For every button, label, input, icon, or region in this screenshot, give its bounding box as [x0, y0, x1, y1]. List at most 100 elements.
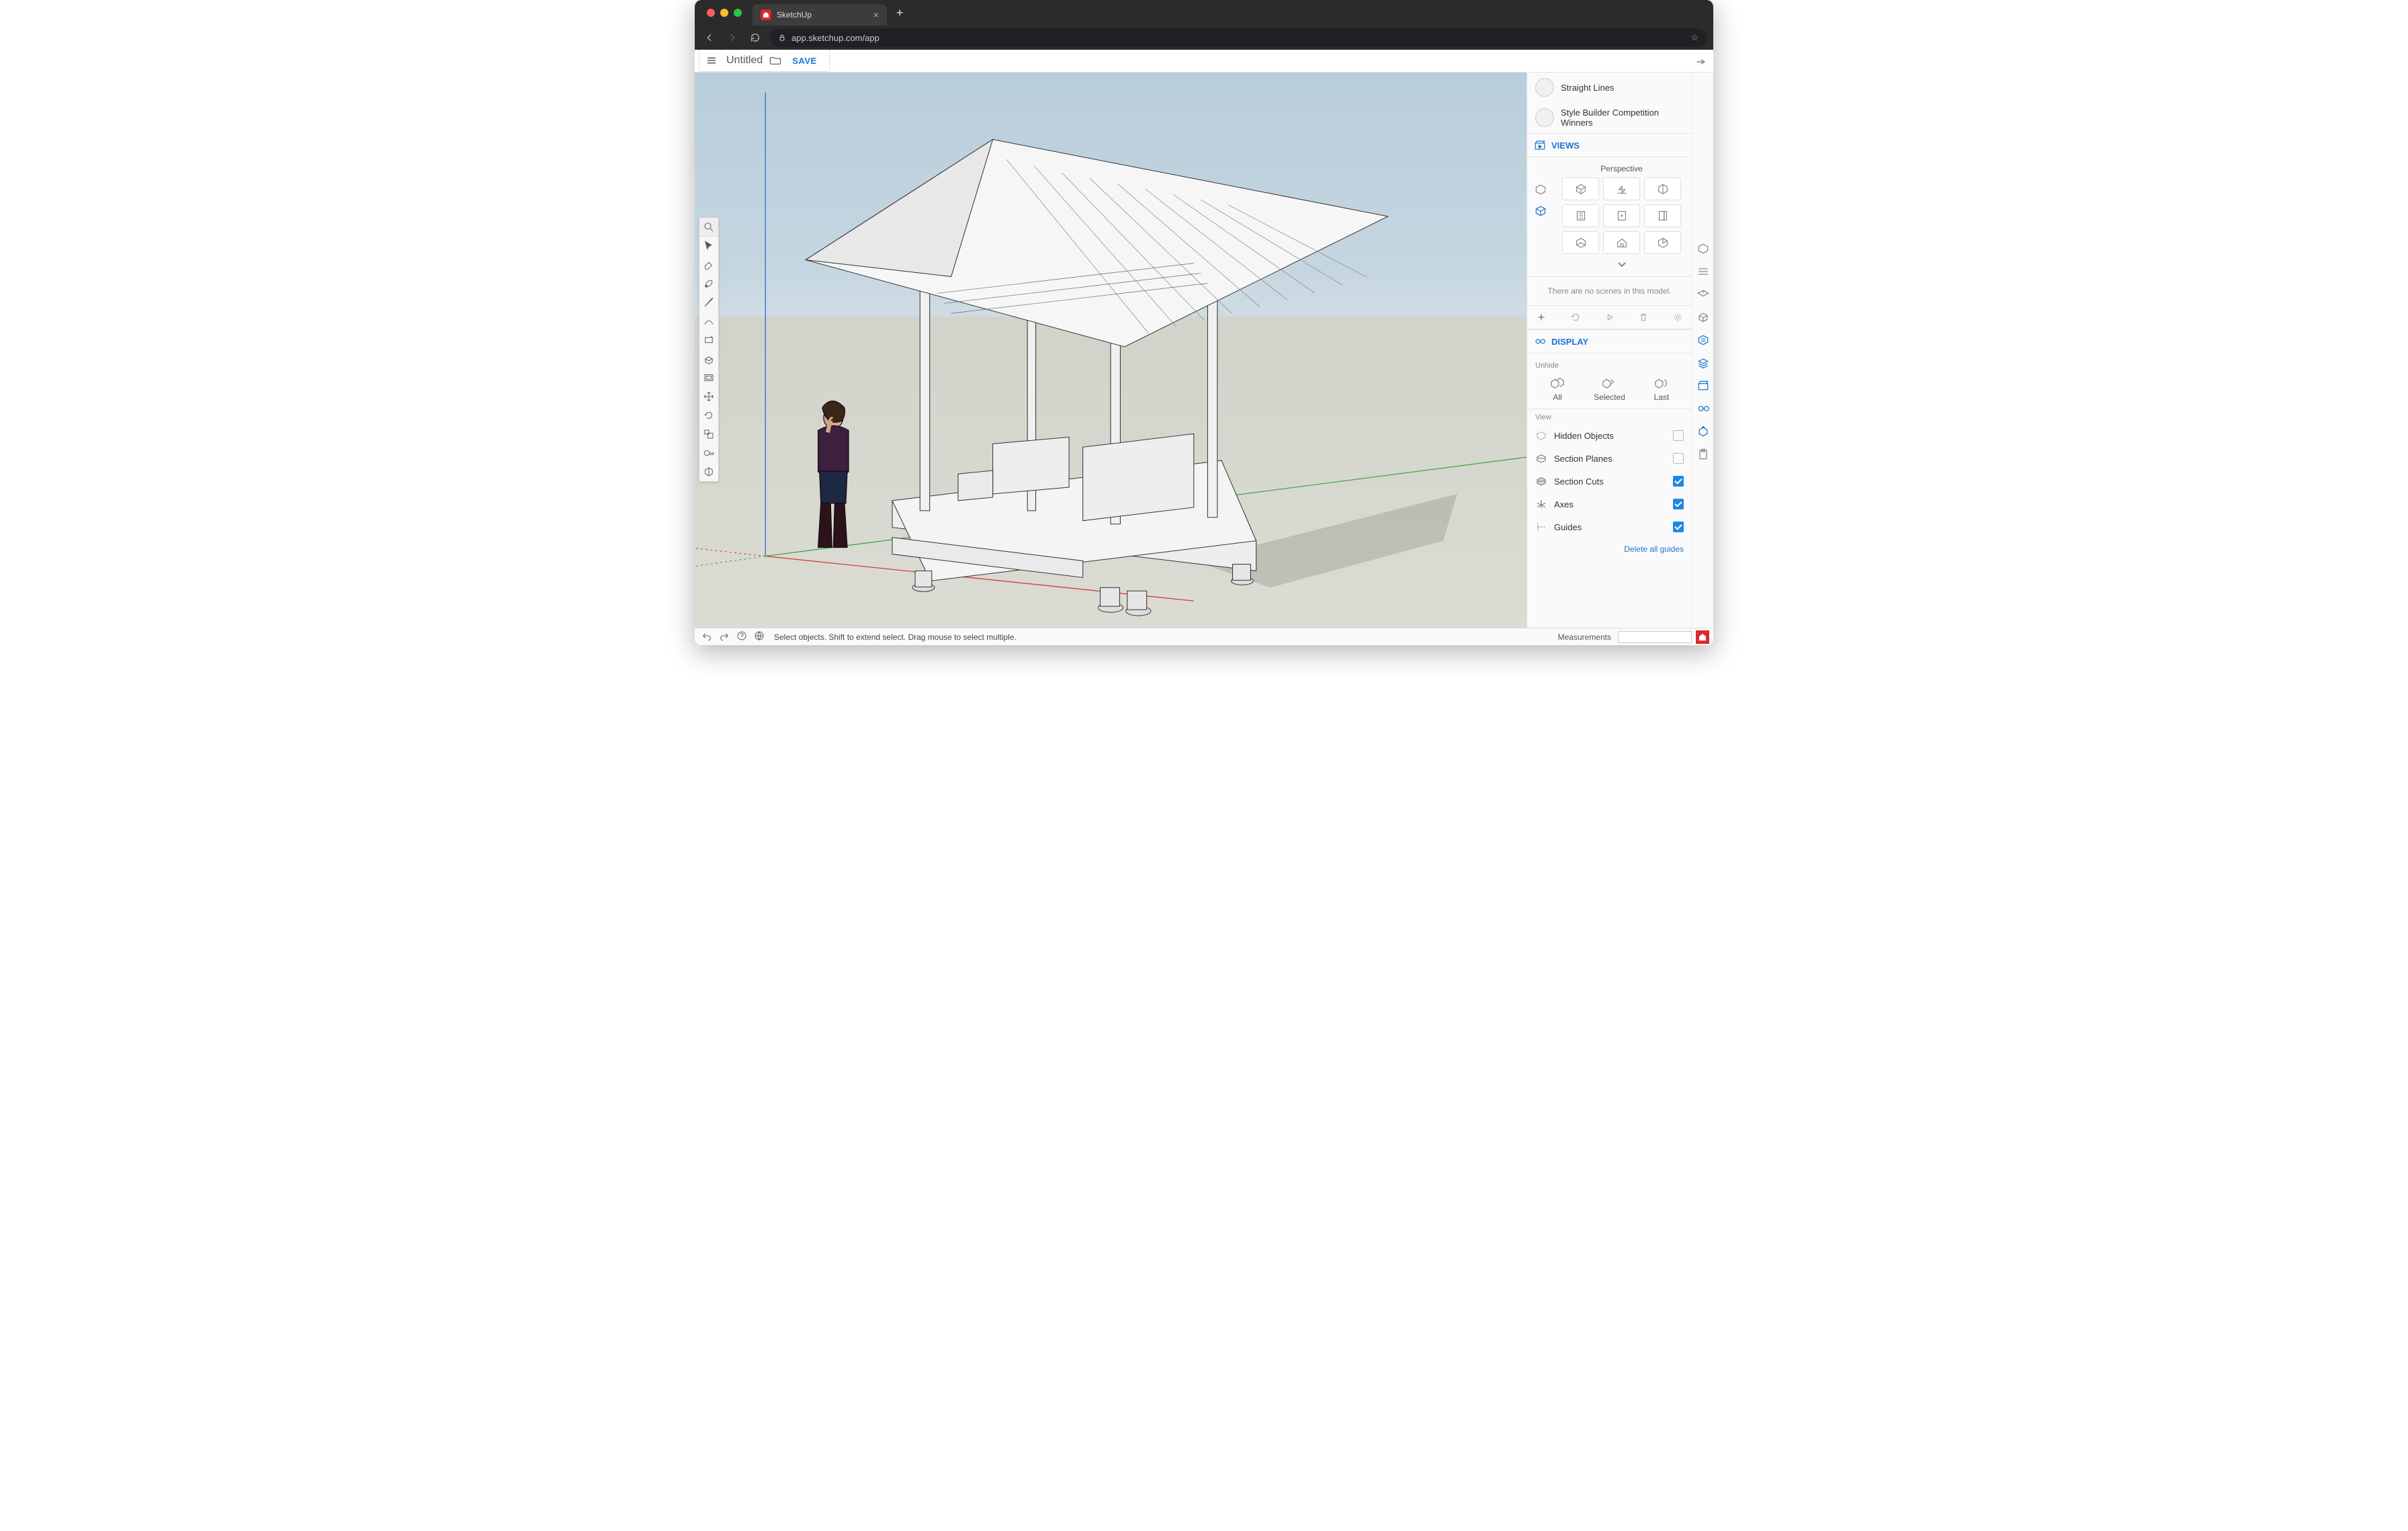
undo-button[interactable] [701, 630, 712, 643]
style-item[interactable]: Straight Lines [1527, 73, 1692, 102]
instructor-button[interactable] [1695, 263, 1711, 280]
unhide-label: Unhide [1527, 358, 1692, 372]
guides-option[interactable]: Guides [1527, 515, 1692, 538]
status-bar: Select objects. Shift to extend select. … [695, 628, 1713, 645]
section-cuts-icon [1535, 475, 1547, 487]
section-planes-option[interactable]: Section Planes [1527, 447, 1692, 470]
forward-button[interactable] [724, 30, 740, 46]
right-icon-rail [1692, 73, 1713, 628]
paint-tool[interactable] [699, 274, 718, 293]
play-scene-button[interactable] [1602, 310, 1617, 325]
close-tab-icon[interactable]: × [873, 10, 879, 19]
perspective-label: Perspective [1555, 161, 1688, 177]
checkbox[interactable] [1673, 430, 1684, 441]
search-tool[interactable] [699, 218, 718, 237]
measurements-label: Measurements [1558, 632, 1614, 642]
view-top-button[interactable] [1603, 177, 1640, 200]
unhide-all-button[interactable]: All [1549, 376, 1565, 402]
rectangle-tool[interactable] [699, 331, 718, 349]
layers-button[interactable] [1695, 355, 1711, 371]
window-controls[interactable] [700, 9, 747, 17]
style-label: Straight Lines [1561, 83, 1615, 93]
rotate-tool[interactable] [699, 406, 718, 425]
eraser-tool[interactable] [699, 255, 718, 274]
refresh-scene-button[interactable] [1568, 310, 1583, 325]
move-tool[interactable] [699, 387, 718, 406]
maximize-window-button[interactable] [734, 9, 742, 17]
checkbox[interactable] [1673, 499, 1684, 509]
perspective-mode-button[interactable] [1531, 180, 1550, 199]
view-left-button[interactable] [1644, 204, 1681, 227]
view-back-button[interactable] [1603, 204, 1640, 227]
view-front-button[interactable] [1644, 177, 1681, 200]
sketchup-logo-icon[interactable] [1696, 630, 1709, 644]
line-tool[interactable] [699, 293, 718, 312]
style-item[interactable]: Style Builder Competition Winners [1527, 102, 1692, 133]
checkbox[interactable] [1673, 522, 1684, 532]
scale-tool[interactable] [699, 425, 718, 444]
select-tool[interactable] [699, 237, 718, 255]
view-bottom-button[interactable] [1562, 231, 1599, 254]
hidden-objects-option[interactable]: Hidden Objects [1527, 424, 1692, 447]
delete-guides-link[interactable]: Delete all guides [1624, 544, 1684, 554]
tape-tool[interactable] [699, 444, 718, 462]
section-tool[interactable] [699, 462, 718, 481]
collapse-panel-button[interactable] [1694, 55, 1708, 69]
tool-palette [699, 217, 719, 482]
view-iso2-button[interactable] [1644, 231, 1681, 254]
browser-tab[interactable]: SketchUp × [752, 4, 887, 26]
view-house-button[interactable] [1603, 231, 1640, 254]
address-bar[interactable]: app.sketchup.com/app ☆ [770, 28, 1707, 47]
delete-scene-button[interactable] [1636, 310, 1651, 325]
entity-info-button[interactable] [1695, 241, 1711, 257]
redo-button[interactable] [719, 630, 730, 643]
minimize-window-button[interactable] [720, 9, 728, 17]
guides-icon [1535, 521, 1547, 533]
clipboard-button[interactable] [1695, 446, 1711, 462]
checkbox[interactable] [1673, 453, 1684, 464]
new-tab-button[interactable]: + [892, 3, 908, 23]
help-button[interactable] [736, 630, 747, 643]
arc-tool[interactable] [699, 312, 718, 331]
soften-button[interactable] [1695, 423, 1711, 440]
parallel-mode-button[interactable] [1531, 202, 1550, 220]
view-iso-button[interactable] [1562, 177, 1599, 200]
view-right-button[interactable] [1562, 204, 1599, 227]
add-scene-button[interactable] [1534, 310, 1549, 325]
save-button[interactable]: SAVE [785, 52, 823, 70]
no-scenes-label: There are no scenes in this model. [1527, 277, 1692, 306]
expand-views-button[interactable] [1555, 254, 1688, 272]
view-label: View [1527, 409, 1692, 424]
reload-button[interactable] [747, 30, 763, 46]
offset-tool[interactable] [699, 368, 718, 387]
scene-settings-button[interactable] [1670, 310, 1685, 325]
display-button[interactable] [1695, 401, 1711, 417]
back-button[interactable] [701, 30, 718, 46]
measurements-input[interactable] [1618, 631, 1692, 643]
section-cuts-option[interactable]: Section Cuts [1527, 470, 1692, 493]
style-thumb-icon [1535, 78, 1554, 97]
unhide-last-button[interactable]: Last [1653, 376, 1670, 402]
axes-icon [1535, 498, 1547, 510]
3d-viewport[interactable] [695, 73, 1526, 628]
materials-button[interactable] [1695, 309, 1711, 325]
url-text: app.sketchup.com/app [791, 33, 879, 43]
views-section-header[interactable]: VIEWS [1527, 133, 1692, 157]
axes-option[interactable]: Axes [1527, 493, 1692, 515]
right-panel: Straight Lines Style Builder Competition… [1526, 73, 1692, 628]
bookmark-star-icon[interactable]: ☆ [1690, 32, 1698, 43]
unhide-selected-button[interactable]: Selected [1594, 376, 1625, 402]
geo-button[interactable] [754, 630, 765, 643]
styles-button[interactable] [1695, 332, 1711, 348]
menu-button[interactable] [702, 51, 721, 70]
pushpull-tool[interactable] [699, 349, 718, 368]
display-section-header[interactable]: DISPLAY [1527, 329, 1692, 354]
scenes-button[interactable] [1695, 378, 1711, 394]
open-folder-button[interactable] [768, 53, 783, 68]
checkbox[interactable] [1673, 476, 1684, 487]
components-button[interactable] [1695, 286, 1711, 302]
section-planes-icon [1535, 452, 1547, 464]
hidden-objects-icon [1535, 429, 1547, 442]
section-title: VIEWS [1551, 140, 1580, 151]
close-window-button[interactable] [707, 9, 715, 17]
